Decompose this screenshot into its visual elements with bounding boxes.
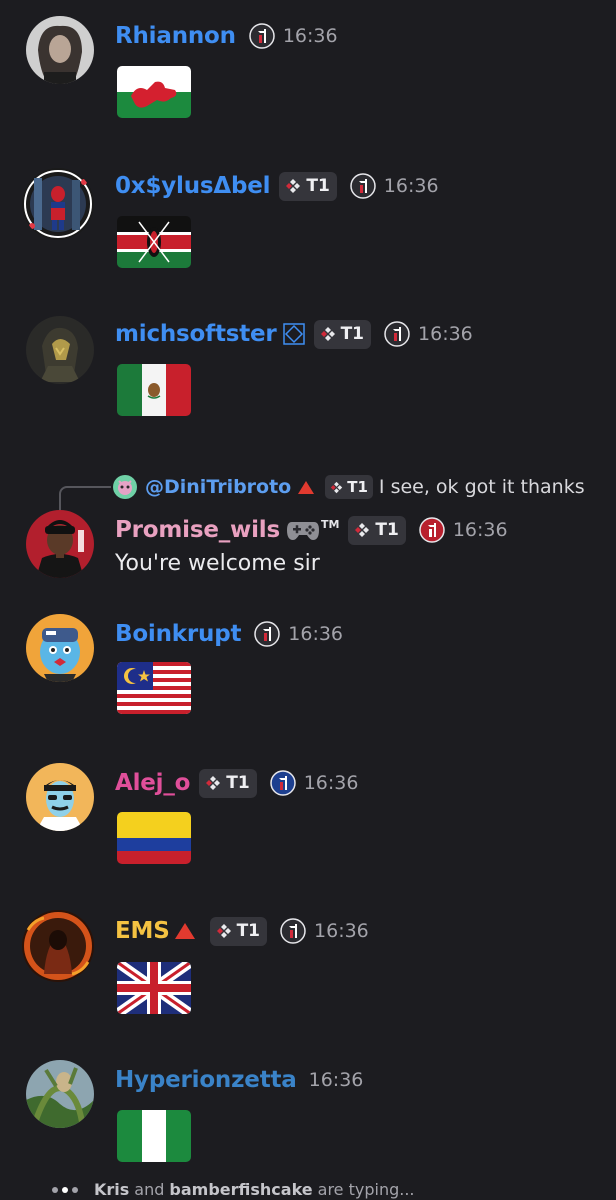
typing-dots-icon	[52, 1186, 82, 1193]
t-badge-icon[interactable]	[350, 173, 376, 199]
username[interactable]: Promise_wils	[115, 517, 280, 543]
avatar[interactable]	[26, 510, 94, 578]
flag-mexico-emoji	[117, 364, 191, 416]
reply-server-tag[interactable]: T1	[325, 475, 373, 499]
flag-united-kingdom-emoji	[117, 962, 191, 1014]
avatar[interactable]	[22, 910, 94, 982]
t-badge-icon[interactable]	[249, 23, 275, 49]
server-tag[interactable]: T1	[209, 916, 268, 946]
avatar[interactable]	[26, 1060, 94, 1128]
username[interactable]: 0x$ylusΔbel	[115, 173, 271, 199]
server-tag[interactable]: T1	[348, 515, 406, 545]
username[interactable]: Alej_o	[115, 770, 190, 796]
game-controller-icon	[286, 522, 319, 540]
avatar[interactable]	[26, 614, 94, 682]
username[interactable]: michsoftster	[115, 321, 277, 347]
message-text: You're welcome sir	[115, 551, 320, 576]
t-badge-icon[interactable]	[254, 621, 281, 647]
message-header: EMS T1 16:36	[115, 913, 369, 949]
typing-and: and	[134, 1180, 165, 1199]
avatar[interactable]	[22, 168, 94, 240]
server-tag-icon	[355, 523, 370, 537]
timestamp: 16:36	[288, 623, 344, 645]
timestamp: 16:36	[383, 175, 439, 197]
reply-connector	[59, 486, 111, 510]
timestamp: 16:36	[282, 25, 338, 47]
server-tag-icon	[216, 924, 231, 938]
flag-colombia-emoji	[117, 812, 191, 864]
message-header: Boinkrupt 16:36	[115, 616, 343, 652]
message-header: Promise_wils TM T1 16:36	[115, 512, 508, 548]
avatar[interactable]	[26, 763, 94, 831]
server-tag-label: T1	[340, 324, 365, 344]
diamond-box-icon	[282, 323, 305, 345]
timestamp: 16:36	[418, 323, 473, 345]
username[interactable]: Boinkrupt	[115, 621, 241, 647]
message-header: 0x$ylusΔbel T1 16:36	[115, 168, 439, 204]
t-badge-icon[interactable]	[269, 770, 296, 796]
red-triangle-icon	[298, 480, 315, 494]
t-badge-icon[interactable]	[419, 517, 445, 543]
server-tag-icon	[320, 327, 335, 341]
server-tag-label: T1	[347, 478, 368, 496]
server-tag-label: T1	[236, 921, 261, 941]
flag-malaysia-emoji	[117, 662, 191, 714]
timestamp: 16:36	[303, 772, 359, 794]
message-header: Rhiannon 16:36	[115, 18, 338, 54]
username[interactable]: Rhiannon	[115, 23, 236, 49]
reply-avatar[interactable]	[113, 475, 137, 499]
typing-user-2[interactable]: bamberfishcake	[169, 1180, 312, 1199]
server-tag-label: T1	[306, 176, 330, 196]
server-tag-label: T1	[375, 520, 399, 540]
reply-preview[interactable]: @DiniTribroto T1 I see, ok got it thanks	[59, 472, 616, 510]
flag-nigeria-emoji	[117, 1110, 191, 1162]
message-header: Hyperionzetta 16:36	[115, 1062, 363, 1098]
server-tag[interactable]: T1	[313, 319, 372, 349]
typing-user-1[interactable]: Kris	[94, 1180, 129, 1199]
server-tag[interactable]: T1	[199, 768, 257, 798]
typing-suffix: are typing...	[317, 1180, 415, 1199]
server-tag-label: T1	[226, 773, 250, 793]
avatar[interactable]	[26, 316, 94, 384]
server-tag-icon	[331, 481, 343, 493]
server-tag-icon	[286, 179, 301, 193]
flag-wales-emoji	[117, 66, 191, 118]
t-badge-icon[interactable]	[384, 321, 410, 347]
timestamp: 16:36	[452, 519, 508, 541]
trademark-symbol: TM	[320, 517, 340, 531]
avatar[interactable]	[26, 16, 94, 84]
username[interactable]: EMS	[115, 918, 170, 944]
timestamp: 16:36	[308, 1069, 364, 1091]
message-header: Alej_o T1 16:36	[115, 765, 358, 801]
red-triangle-icon	[174, 923, 195, 939]
username[interactable]: Hyperionzetta	[115, 1067, 297, 1093]
t-badge-icon[interactable]	[280, 918, 306, 944]
reply-username[interactable]: @DiniTribroto	[145, 476, 291, 498]
server-tag-icon	[206, 776, 221, 790]
server-tag[interactable]: T1	[279, 171, 337, 201]
timestamp: 16:36	[314, 920, 369, 942]
flag-kenya-emoji	[117, 216, 191, 268]
message-header: michsoftster T1 16:36	[115, 316, 473, 352]
reply-text: I see, ok got it thanks	[378, 476, 585, 498]
typing-indicator: Kris and bamberfishcake are typing...	[52, 1180, 415, 1199]
